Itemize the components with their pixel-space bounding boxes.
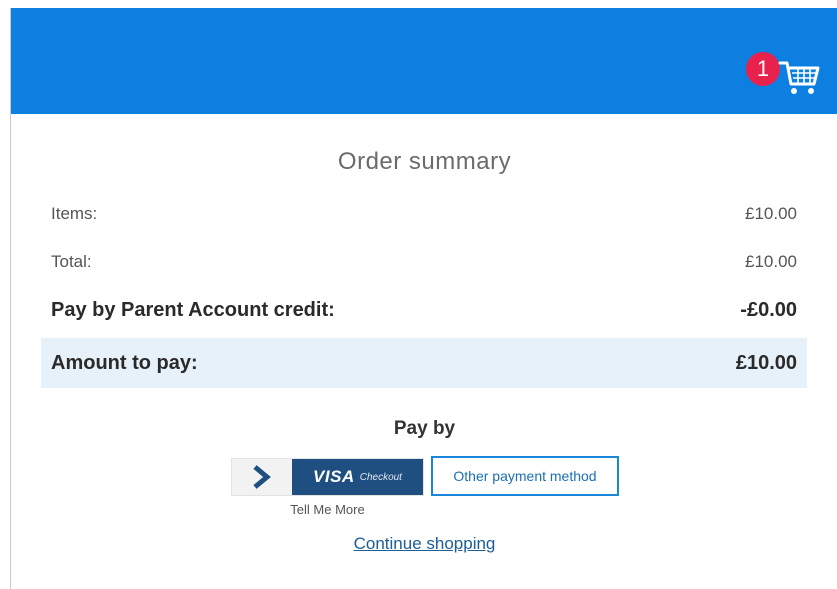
visa-checkout-text: Checkout xyxy=(359,471,402,483)
visa-brand-panel: VISA Checkout xyxy=(292,459,423,495)
visa-brand-text: VISA xyxy=(313,467,355,486)
summary-label: Amount to pay: xyxy=(51,351,198,374)
summary-value: £10.00 xyxy=(745,204,797,223)
summary-row-items: Items: £10.00 xyxy=(41,194,807,234)
chevron-right-icon xyxy=(253,465,271,489)
visa-checkout-button[interactable]: VISA Checkout xyxy=(231,458,424,496)
checkout-frame: 1 Order summary Items: £10.00 Total: £10… xyxy=(10,8,837,589)
summary-row-amount-to-pay: Amount to pay: £10.00 xyxy=(41,338,807,388)
continue-shopping-container: Continue shopping xyxy=(11,534,837,554)
cart-button[interactable]: 1 xyxy=(746,52,826,102)
order-summary-title: Order summary xyxy=(337,148,512,175)
pay-by-heading: Pay by xyxy=(393,418,456,439)
shopping-cart-icon xyxy=(778,61,820,94)
summary-row-total: Total: £10.00 xyxy=(41,242,807,282)
tell-me-more-link[interactable]: Tell Me More xyxy=(231,502,424,517)
top-header-bar: 1 xyxy=(11,8,837,114)
summary-row-account-credit: Pay by Parent Account credit: -£0.00 xyxy=(41,290,807,330)
summary-value: £10.00 xyxy=(745,252,797,271)
visa-arrow-panel xyxy=(232,459,292,495)
continue-shopping-link[interactable]: Continue shopping xyxy=(354,534,496,553)
summary-label: Pay by Parent Account credit: xyxy=(51,298,335,321)
summary-value: £10.00 xyxy=(735,351,797,374)
summary-label: Items: xyxy=(51,204,98,223)
cart-count-badge: 1 xyxy=(746,52,780,86)
summary-label: Total: xyxy=(51,252,92,271)
other-payment-method-button[interactable]: Other payment method xyxy=(431,456,619,496)
summary-value: -£0.00 xyxy=(740,298,797,321)
